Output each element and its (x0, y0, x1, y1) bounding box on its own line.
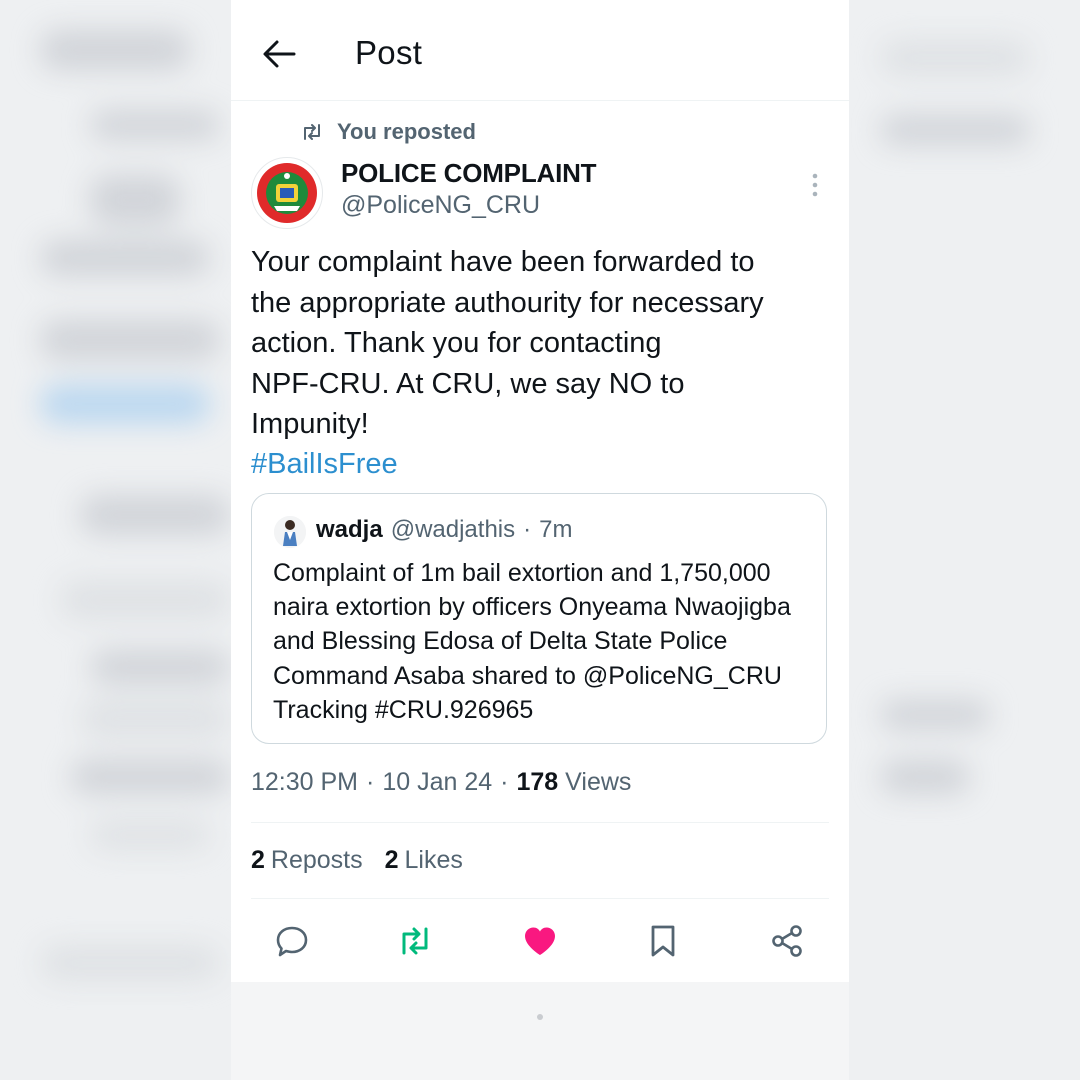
meta-separator: · (500, 768, 509, 796)
heart-icon (525, 927, 555, 955)
repost-button[interactable] (389, 915, 441, 967)
quoted-post-header: wadja @wadjathis · 7m (316, 516, 572, 544)
repost-context-label: You reposted (337, 119, 476, 144)
author-handle[interactable]: @PoliceNG_CRU (341, 191, 540, 220)
arrow-left-icon (263, 40, 296, 68)
post-meta: 12:30 PM · 10 Jan 24 · 178 Views (251, 768, 631, 797)
more-vertical-icon (812, 173, 818, 197)
reposts-stat[interactable]: 2 Reposts (251, 846, 363, 875)
quoted-post[interactable]: wadja @wadjathis · 7m Complaint of 1m ba… (251, 493, 827, 744)
like-button[interactable] (514, 915, 566, 967)
quoted-author-name[interactable]: wadja (316, 516, 383, 544)
quoted-author-avatar[interactable] (274, 516, 306, 548)
engagement-stats: 2 Reposts 2 Likes (251, 846, 463, 875)
person-avatar-image (274, 516, 306, 548)
reposts-count: 2 (251, 846, 265, 874)
top-bar: Post (231, 0, 849, 101)
post-time: 12:30 PM (251, 768, 359, 796)
action-bar (231, 915, 849, 967)
bookmark-button[interactable] (637, 915, 689, 967)
quoted-post-text: Complaint of 1m bail extortion and 1,750… (273, 559, 791, 724)
author-avatar[interactable] (251, 157, 323, 229)
post-text: Your complaint have been forwarded to th… (251, 246, 764, 440)
divider (251, 898, 829, 899)
back-button[interactable] (259, 34, 299, 74)
reply-icon (276, 926, 308, 957)
post-detail-screen: Post You reposted POLICE COMPLAINT @Poli… (231, 0, 849, 1080)
home-indicator (537, 1014, 543, 1020)
share-icon (772, 925, 802, 957)
likes-label: Likes (404, 846, 463, 874)
divider (251, 822, 829, 823)
page-title: Post (355, 34, 423, 71)
post-hashtag-link[interactable]: #BailIsFree (251, 444, 398, 484)
quoted-author-handle[interactable]: @wadjathis (391, 516, 515, 544)
views-count: 178 (516, 768, 559, 796)
repost-context: You reposted (301, 118, 476, 146)
reply-button[interactable] (266, 915, 318, 967)
views-label: Views (565, 768, 632, 796)
quoted-post-time: 7m (539, 516, 573, 543)
reposts-label: Reposts (270, 846, 363, 874)
meta-separator: · (366, 768, 375, 796)
author-name[interactable]: POLICE COMPLAINT (341, 158, 597, 189)
likes-stat[interactable]: 2 Likes (385, 846, 463, 875)
share-button[interactable] (761, 915, 813, 967)
repost-icon (304, 124, 320, 140)
more-options-button[interactable] (803, 170, 827, 200)
post-date: 10 Jan 24 (382, 768, 493, 796)
repost-icon (402, 927, 428, 955)
quoted-separator: · (523, 516, 532, 543)
police-logo (257, 163, 317, 223)
likes-count: 2 (384, 846, 399, 874)
bookmark-icon (651, 925, 675, 957)
views-stat[interactable]: 178 Views (517, 768, 632, 797)
bottom-area (231, 982, 849, 1080)
